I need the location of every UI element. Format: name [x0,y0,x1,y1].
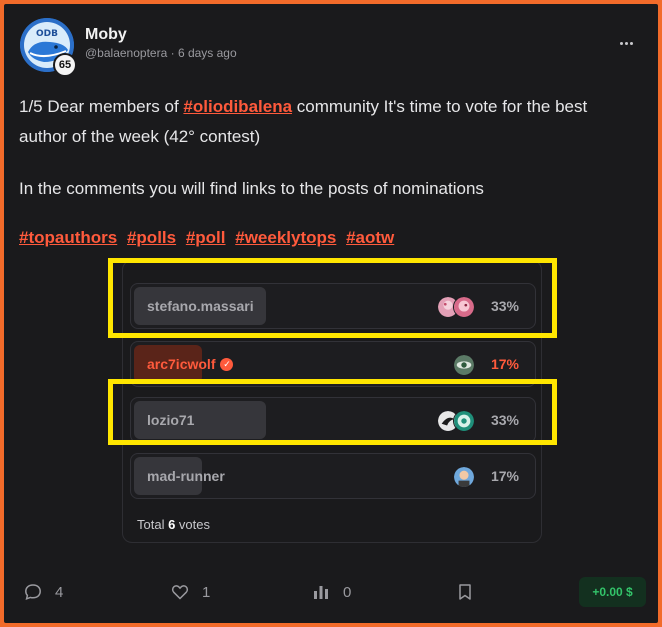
poll-widget: stefano.massari 33% arc7icwolf ✓ 17% loz… [122,260,542,543]
post-paragraph-2: In the comments you will find links to t… [19,179,484,198]
hashtags: #topauthors #polls #poll #weeklytops #ao… [19,226,399,250]
poll-option-label: mad-runner [147,468,225,484]
poll-voters [437,296,475,318]
poll-option[interactable]: lozio71 33% [130,397,536,443]
hashtag-link[interactable]: #aotw [346,228,394,247]
verified-icon: ✓ [220,357,234,371]
hashtag-link[interactable]: #topauthors [19,228,117,247]
poll-voters [453,466,475,488]
author-name[interactable]: Moby [85,26,127,44]
bookmark-button[interactable] [456,582,487,602]
voter-avatar [453,410,475,432]
poll-option[interactable]: stefano.massari 33% [130,283,536,329]
author-meta: @balaenoptera · 6 days ago [85,46,237,60]
poll-total: Total 6 votes [137,517,210,532]
poll-option-label: arc7icwolf ✓ [147,342,234,386]
meta-separator: · [170,46,175,60]
poll-option[interactable]: arc7icwolf ✓ 17% [130,341,536,387]
poll-voters [453,354,475,376]
poll-option-label: lozio71 [147,412,195,428]
like-button[interactable]: 1 [171,582,210,602]
more-icon [619,41,623,45]
poll-option-percent: 33% [490,412,519,428]
poll-option-label: stefano.massari [147,298,254,314]
author-handle[interactable]: @balaenoptera [85,46,167,60]
svg-text:ODB: ODB [36,29,58,39]
hashtag-link[interactable]: #weeklytops [235,228,336,247]
poll-voters [437,410,475,432]
post-body: 1/5 Dear members of #oliodibalena commun… [19,92,619,226]
likes-count: 1 [202,583,211,601]
community-link[interactable]: #oliodibalena [183,97,292,116]
reputation-badge: 65 [53,53,77,77]
heart-icon [171,585,189,600]
post-time[interactable]: 6 days ago [178,46,237,60]
more-options-button[interactable] [614,35,638,51]
stats-button[interactable]: 0 [312,582,351,602]
hashtag-link[interactable]: #poll [186,228,226,247]
post-card: ODB 65 Moby @balaenoptera · 6 days ago 1… [4,4,658,623]
poll-option-percent: 33% [490,298,519,314]
poll-option-percent: 17% [490,468,519,484]
stats-icon [314,586,328,599]
voter-avatar [453,296,475,318]
bookmark-icon [459,584,471,600]
voter-avatar [453,354,475,376]
poll-option[interactable]: mad-runner 17% [130,453,536,499]
voter-avatar [453,466,475,488]
poll-option-percent: 17% [490,356,519,372]
hashtag-link[interactable]: #polls [127,228,176,247]
post-paragraph-1: 1/5 Dear members of #oliodibalena commun… [19,97,588,146]
stats-count: 0 [343,583,352,601]
earnings-badge[interactable]: +0.00 $ [579,577,646,607]
comments-button[interactable]: 4 [24,582,63,602]
comments-count: 4 [55,583,64,601]
comment-icon [25,584,41,600]
